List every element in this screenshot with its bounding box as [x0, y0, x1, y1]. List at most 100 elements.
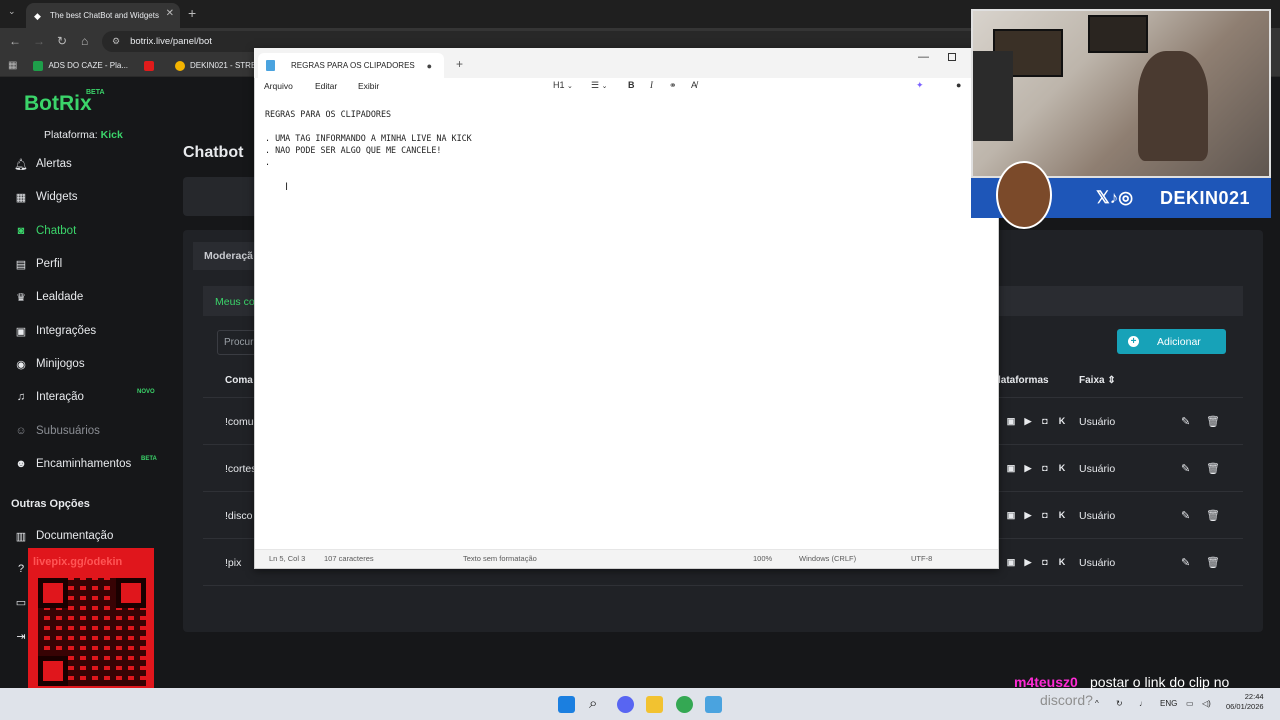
list-dropdown[interactable]: ☰ ⌄	[591, 80, 607, 91]
windows-start-icon[interactable]	[558, 696, 575, 713]
apps-icon[interactable]: ▦	[8, 60, 17, 71]
robot-icon: ◙	[17, 225, 25, 237]
column-header-band[interactable]: Faixa ⇕	[1079, 375, 1116, 386]
volume-icon[interactable]: ◁)	[1202, 699, 1211, 708]
bookmark-item[interactable]	[144, 60, 159, 71]
menu-arquivo[interactable]: Arquivo	[264, 81, 293, 91]
search-icon[interactable]: ⌕	[589, 695, 597, 712]
platform-icons: ▣ ▶ ◘ K	[1005, 416, 1068, 427]
char-count: 107 caracteres	[324, 554, 374, 563]
microphone-icon[interactable]: ♩	[1139, 699, 1147, 708]
other-options-heading: Outras Opções	[11, 498, 90, 510]
chevron-down-icon: ⌄	[601, 83, 608, 90]
chat-message-continued: discord?	[1040, 692, 1093, 708]
social-icons: 𝕏♪◎	[1096, 188, 1133, 208]
trovo-icon: ◘	[1042, 557, 1048, 567]
grid-icon: ▦	[15, 191, 27, 204]
trash-icon[interactable]: 🗑︎	[1206, 556, 1220, 569]
sidebar-item-encaminhamentos[interactable]: ☻ Encaminhamentos	[14, 454, 131, 474]
notepad-text-area[interactable]: REGRAS PARA OS CLIPADORES . UMA TAG INFO…	[265, 108, 472, 168]
sidebar-item-integracoes[interactable]: ▣ Integrações	[14, 321, 96, 341]
bookmark-item[interactable]: ADS DO CAZE - Pla...	[33, 60, 128, 71]
network-icon[interactable]: ▭	[1186, 699, 1194, 708]
chevron-up-icon[interactable]: ^	[1095, 699, 1099, 708]
browser-tab-title: The best ChatBot and Widgets	[50, 11, 159, 20]
column-header-command[interactable]: Coma	[225, 375, 253, 386]
pencil-icon[interactable]: ✎	[1181, 415, 1190, 428]
column-header-platforms: lataformas	[998, 375, 1049, 386]
chrome-icon[interactable]	[676, 696, 693, 713]
italic-icon[interactable]: I	[650, 80, 653, 90]
format-status[interactable]: Texto sem formatação	[463, 554, 537, 563]
close-tab-icon[interactable]: ✕	[166, 8, 174, 19]
gamepad-icon: ◉	[16, 358, 26, 371]
sidebar-item-interacao[interactable]: ♫ Interação	[14, 387, 84, 407]
qr-caption: livepix.gg/odekin	[33, 556, 123, 568]
link-icon[interactable]: ⚭	[669, 80, 677, 91]
reload-icon[interactable]: ↻	[57, 34, 67, 48]
text-cursor-icon: I	[285, 181, 289, 193]
maximize-icon[interactable]	[948, 53, 956, 61]
pencil-icon[interactable]: ✎	[1181, 556, 1190, 569]
file-explorer-icon[interactable]	[646, 696, 663, 713]
trash-icon[interactable]: 🗑︎	[1206, 415, 1220, 428]
menu-exibir[interactable]: Exibir	[358, 81, 379, 91]
twitch-icon: ▣	[1006, 510, 1016, 520]
notepad-taskbar-icon[interactable]	[705, 696, 722, 713]
tab-moderation[interactable]: Moderaçã	[193, 242, 263, 270]
sidebar-item-perfil[interactable]: ▤ Perfil	[14, 254, 62, 274]
browser-tab[interactable]: ◆ The best ChatBot and Widgets ✕	[26, 3, 180, 28]
laptop-icon: ▭	[15, 596, 27, 609]
sync-icon[interactable]: ↻	[1116, 699, 1123, 708]
discord-icon[interactable]	[617, 696, 634, 713]
sheets-icon	[33, 60, 44, 71]
heading-dropdown[interactable]: H1 ⌄	[553, 80, 573, 90]
id-card-icon: ▤	[15, 258, 27, 271]
sidebar-item-chatbot[interactable]: ◙ Chatbot	[14, 221, 77, 241]
bold-icon[interactable]: B	[628, 80, 635, 90]
sidebar-item-documentacao[interactable]: ▥ Documentação	[14, 526, 114, 546]
home-icon[interactable]: ⌂	[81, 34, 88, 48]
new-tab-icon[interactable]: +	[456, 57, 463, 71]
copilot-icon[interactable]: ✦	[916, 80, 924, 91]
pencil-icon[interactable]: ✎	[1181, 509, 1190, 522]
pencil-icon[interactable]: ✎	[1181, 462, 1190, 475]
avatar	[996, 161, 1052, 229]
clock[interactable]: 22:44 06/01/2026	[1226, 692, 1264, 712]
unsaved-dot-icon[interactable]: ●	[427, 61, 432, 71]
social-handle: DEKIN021	[1160, 188, 1251, 208]
youtube-icon: ▶	[1024, 463, 1032, 473]
minimize-icon[interactable]: —	[918, 51, 929, 63]
sidebar-item-lealdade[interactable]: ♛ Lealdade	[14, 287, 83, 307]
sidebar-item-minijogos[interactable]: ◉ Minijogos	[14, 354, 84, 374]
youtube-icon	[144, 60, 155, 71]
trash-icon[interactable]: 🗑︎	[1206, 462, 1220, 475]
command-name: !disco	[225, 510, 253, 522]
platform-icons: ▣ ▶ ◘ K	[1005, 557, 1068, 568]
youtube-icon: ▶	[1024, 416, 1032, 426]
kick-icon: K	[1058, 463, 1066, 473]
tab-search-icon[interactable]: ⌄	[8, 6, 16, 17]
notepad-tab[interactable]: REGRAS PARA OS CLIPADORES ●	[258, 53, 444, 78]
trash-icon[interactable]: 🗑︎	[1206, 509, 1220, 522]
zoom-level[interactable]: 100%	[753, 554, 772, 563]
platform-icons: ▣ ▶ ◘ K	[1005, 510, 1068, 521]
add-command-button[interactable]: + Adicionar	[1117, 329, 1226, 354]
forward-icon[interactable]: →	[33, 34, 45, 48]
new-tab-icon[interactable]: +	[188, 5, 196, 21]
clear-format-icon[interactable]: A̸	[691, 80, 697, 90]
sidebar-item-alertas[interactable]: 🔔︎ Alertas	[14, 154, 72, 174]
account-icon[interactable]: ●	[956, 80, 961, 90]
language-indicator[interactable]: ENG	[1160, 699, 1177, 708]
command-name: !cortes	[225, 463, 257, 475]
encoding[interactable]: UTF-8	[911, 554, 932, 563]
site-info-icon[interactable]: ⚙	[112, 36, 120, 47]
logout-icon: ⇥	[16, 630, 26, 643]
back-icon[interactable]: ←	[9, 34, 21, 48]
sidebar-item-subusuarios[interactable]: ☺ Subusuários	[14, 421, 100, 441]
line-endings[interactable]: Windows (CRLF)	[799, 554, 856, 563]
botrix-logo[interactable]: BotRix	[24, 92, 92, 116]
menu-editar[interactable]: Editar	[315, 81, 337, 91]
sidebar-item-widgets[interactable]: ▦ Widgets	[14, 187, 78, 207]
url-text: botrix.live/panel/bot	[130, 36, 212, 47]
